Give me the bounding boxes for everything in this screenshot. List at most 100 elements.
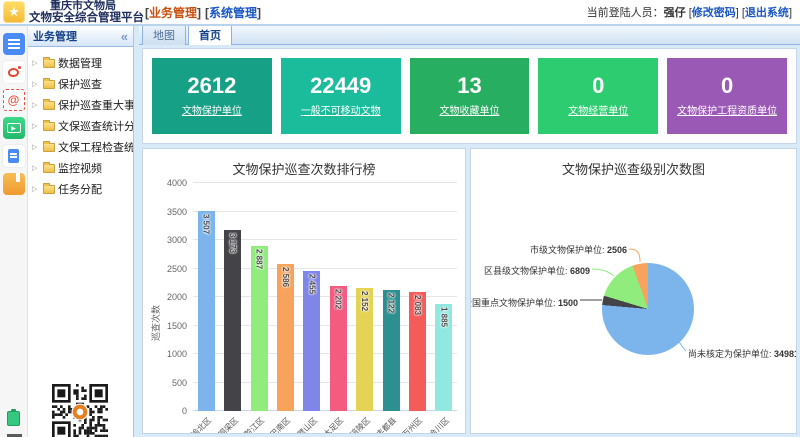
user-name: 强仔 — [664, 7, 686, 19]
x-axis-label: 大足区 — [321, 415, 346, 434]
bar-chart-ylabel: 巡查次数 — [149, 305, 162, 341]
folder-icon — [43, 101, 55, 110]
app-header: ★ 重庆市文物局 文物安全综合管理平台 [业务管理][系统管理] 当前登陆人员：… — [0, 0, 800, 26]
stat-value: 2612 — [187, 75, 236, 97]
stat-card-4[interactable]: 0文物保护工程资质单位 — [667, 58, 787, 134]
org-name: 重庆市文物局 — [29, 0, 137, 12]
sidebar-item-label: 文保工程检查统计分析 — [58, 139, 134, 155]
pie-label-0: 尚未核定为保护单位: 34981 — [688, 347, 797, 360]
expand-arrow-icon[interactable]: ▷ — [32, 80, 40, 88]
pie-chart-panel: 文物保护巡查级别次数图 市级文物保护单位: 2506区县级文物保护单位: 680… — [470, 148, 797, 434]
expand-arrow-icon[interactable]: ▷ — [32, 164, 40, 172]
collapse-sidebar-button[interactable]: « — [121, 30, 128, 43]
tab-地图[interactable]: 地图 — [142, 24, 186, 45]
sidebar-item-label: 任务分配 — [58, 181, 102, 197]
sidebar-item[interactable]: ▷ 保护巡查 — [32, 73, 133, 94]
sidebar-item[interactable]: ▷数据管理 — [32, 52, 133, 73]
sidebar-title: 业务管理 — [33, 28, 77, 44]
bar-璧山区: 2 455 — [303, 271, 320, 411]
stat-label: 文物保护工程资质单位 — [677, 102, 777, 117]
stat-label: 文物保护单位 — [182, 102, 242, 117]
y-tick-label: 3500 — [167, 207, 187, 217]
sidebar-item[interactable]: ▷ 任务分配 — [32, 178, 133, 199]
y-tick-label: 2000 — [167, 292, 187, 302]
pie-label-1: 全国重点文物保护单位: 1500 — [470, 296, 578, 309]
sidebar-item-label: 保护巡查 — [58, 76, 102, 92]
stat-card-2[interactable]: 13文物收藏单位 — [410, 58, 530, 134]
bar-黔江区: 2 887 — [251, 246, 268, 411]
bar-万州区: 2 083 — [409, 292, 426, 411]
stat-card-3[interactable]: 0 文物经营单位 — [538, 58, 658, 134]
app-window: ★ 重庆市文物局 文物安全综合管理平台 [业务管理][系统管理] 当前登陆人员：… — [0, 0, 800, 437]
bar-slot: 2 887黔江区 — [246, 183, 272, 411]
stat-value: 22449 — [310, 75, 371, 97]
bar-value-label: 2 083 — [413, 295, 422, 315]
main-area: 地图首页 2612 文物保护单位 22449一般不可移动文物13文物收藏单位 0 文物经… — [139, 26, 800, 437]
y-tick-label: 500 — [172, 378, 187, 388]
y-tick-label: 1000 — [167, 349, 187, 359]
folder-icon — [43, 122, 55, 131]
bar-chart-plot: 050010001500200025003000350040003 507渝北区… — [193, 183, 457, 411]
notebook-icon[interactable] — [3, 173, 25, 195]
sidebar-panel: 业务管理 « ▷数据管理▷保护巡查▷保护巡查重大事件▷文保巡查统计分析▷文保工程… — [28, 26, 134, 437]
weibo-icon[interactable] — [3, 61, 25, 83]
expand-arrow-icon[interactable]: ▷ — [32, 101, 40, 109]
sidebar-item[interactable]: ▷文保巡查统计分析 — [32, 115, 133, 136]
pie-connector — [629, 249, 640, 262]
bar-value-label: 2 202 — [334, 289, 343, 309]
sidebar-item[interactable]: ▷ 文保工程检查统计分析 — [32, 136, 133, 157]
stat-value: 0 — [592, 75, 604, 97]
expand-arrow-icon[interactable]: ▷ — [32, 185, 40, 193]
y-tick-label: 1500 — [167, 321, 187, 331]
bar-slot: 3 173铜梁区 — [219, 183, 245, 411]
at-icon[interactable]: @ — [3, 89, 25, 111]
stat-label: 文物经营单位 — [568, 102, 628, 117]
bar-涪陵区: 2 152 — [356, 288, 373, 411]
bar-slot: 1 885合川区 — [431, 183, 457, 411]
sidebar-item[interactable]: ▷保护巡查重大事件 — [32, 94, 133, 115]
charts-row: 文物保护巡查次数排行榜 巡查次数 05001000150020002500300… — [142, 148, 797, 434]
user-link-1[interactable]: 退出系统 — [745, 7, 789, 19]
bar-大足区: 2 202 — [330, 286, 347, 412]
bar-slot: 2 202大足区 — [325, 183, 351, 411]
expand-arrow-icon[interactable]: ▷ — [32, 143, 40, 151]
stat-card-1[interactable]: 22449一般不可移动文物 — [281, 58, 401, 134]
expand-arrow-icon[interactable]: ▷ — [32, 59, 40, 67]
bar-chart-title: 文物保护巡查次数排行榜 — [143, 159, 465, 178]
bar-value-label: 2 122 — [387, 293, 396, 313]
body-row: @ ▶ 业务管理 « ▷数据管理▷保护巡查▷保护巡查重大事件▷文保巡查统计分析▷… — [0, 26, 800, 437]
bar-slot: 2 122丰都县 — [378, 183, 404, 411]
document-icon[interactable] — [3, 145, 25, 167]
x-axis-label: 丰都县 — [374, 415, 399, 434]
expand-arrow-icon[interactable]: ▷ — [32, 122, 40, 130]
pie-chart-title: 文物保护巡查级别次数图 — [471, 159, 796, 178]
tab-首页[interactable]: 首页 — [188, 24, 232, 45]
platform-name: 文物安全综合管理平台 — [29, 12, 137, 24]
sidebar-item[interactable]: ▷监控视频 — [32, 157, 133, 178]
menu-item-1[interactable]: [系统管理] — [205, 4, 261, 21]
x-axis-label: 巴南区 — [268, 415, 293, 434]
app-title-block: 重庆市文物局 文物安全综合管理平台 — [29, 0, 137, 24]
x-axis-label: 铜梁区 — [216, 415, 241, 434]
folder-icon — [43, 80, 55, 89]
y-tick-label: 3000 — [167, 235, 187, 245]
bar-渝北区: 3 507 — [198, 211, 215, 411]
layout-icon[interactable] — [3, 33, 25, 55]
qr-code — [52, 384, 108, 437]
pie-label-2: 区县级文物保护单位: 6809 — [484, 264, 590, 277]
folder-icon — [43, 59, 55, 68]
battery-icon[interactable] — [5, 408, 23, 428]
stat-card-0[interactable]: 2612 文物保护单位 — [152, 58, 272, 134]
video-icon[interactable]: ▶ — [3, 117, 25, 139]
bar-value-label: 1 885 — [439, 307, 448, 327]
stat-label: 文物收藏单位 — [439, 102, 499, 117]
user-link-0[interactable]: 修改密码 — [692, 7, 736, 19]
star-icon[interactable]: ★ — [3, 1, 25, 23]
menu-item-0[interactable]: [业务管理] — [145, 4, 201, 21]
icon-strip: @ ▶ — [0, 26, 28, 437]
bar-value-label: 2 586 — [281, 267, 290, 287]
tab-bar: 地图首页 — [139, 26, 800, 45]
bar-value-label: 3 173 — [228, 233, 237, 253]
bar-巴南区: 2 586 — [277, 264, 294, 411]
bar-合川区: 1 885 — [435, 304, 452, 411]
